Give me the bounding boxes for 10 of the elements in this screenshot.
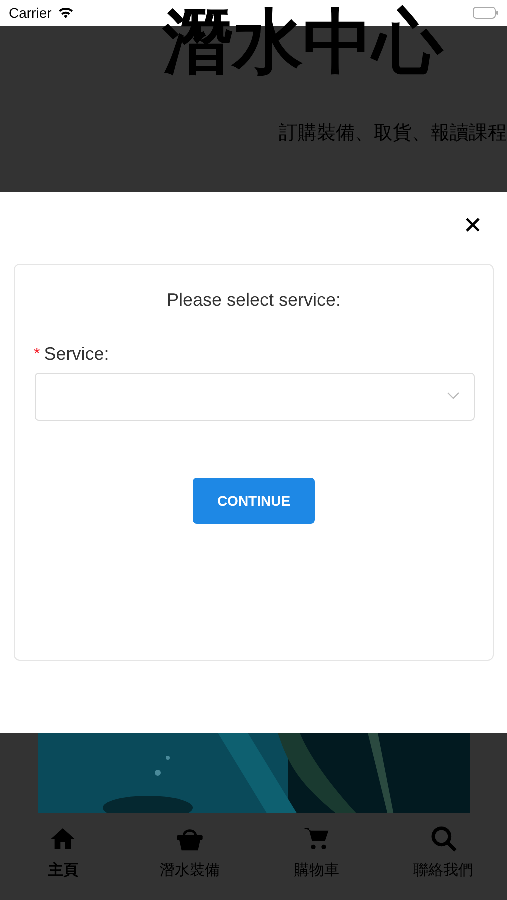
close-icon: [466, 218, 480, 232]
wifi-icon: [58, 7, 74, 19]
page-title: 潛水中心: [163, 2, 443, 82]
field-label: Service:: [44, 343, 110, 366]
chevron-down-icon: [447, 392, 460, 400]
required-mark: *: [34, 344, 40, 364]
carrier-label: Carrier: [9, 4, 52, 22]
dialog-title: Please select service:: [166, 289, 342, 312]
continue-button[interactable]: CONTINUE: [193, 478, 315, 524]
battery-icon: [473, 7, 499, 19]
